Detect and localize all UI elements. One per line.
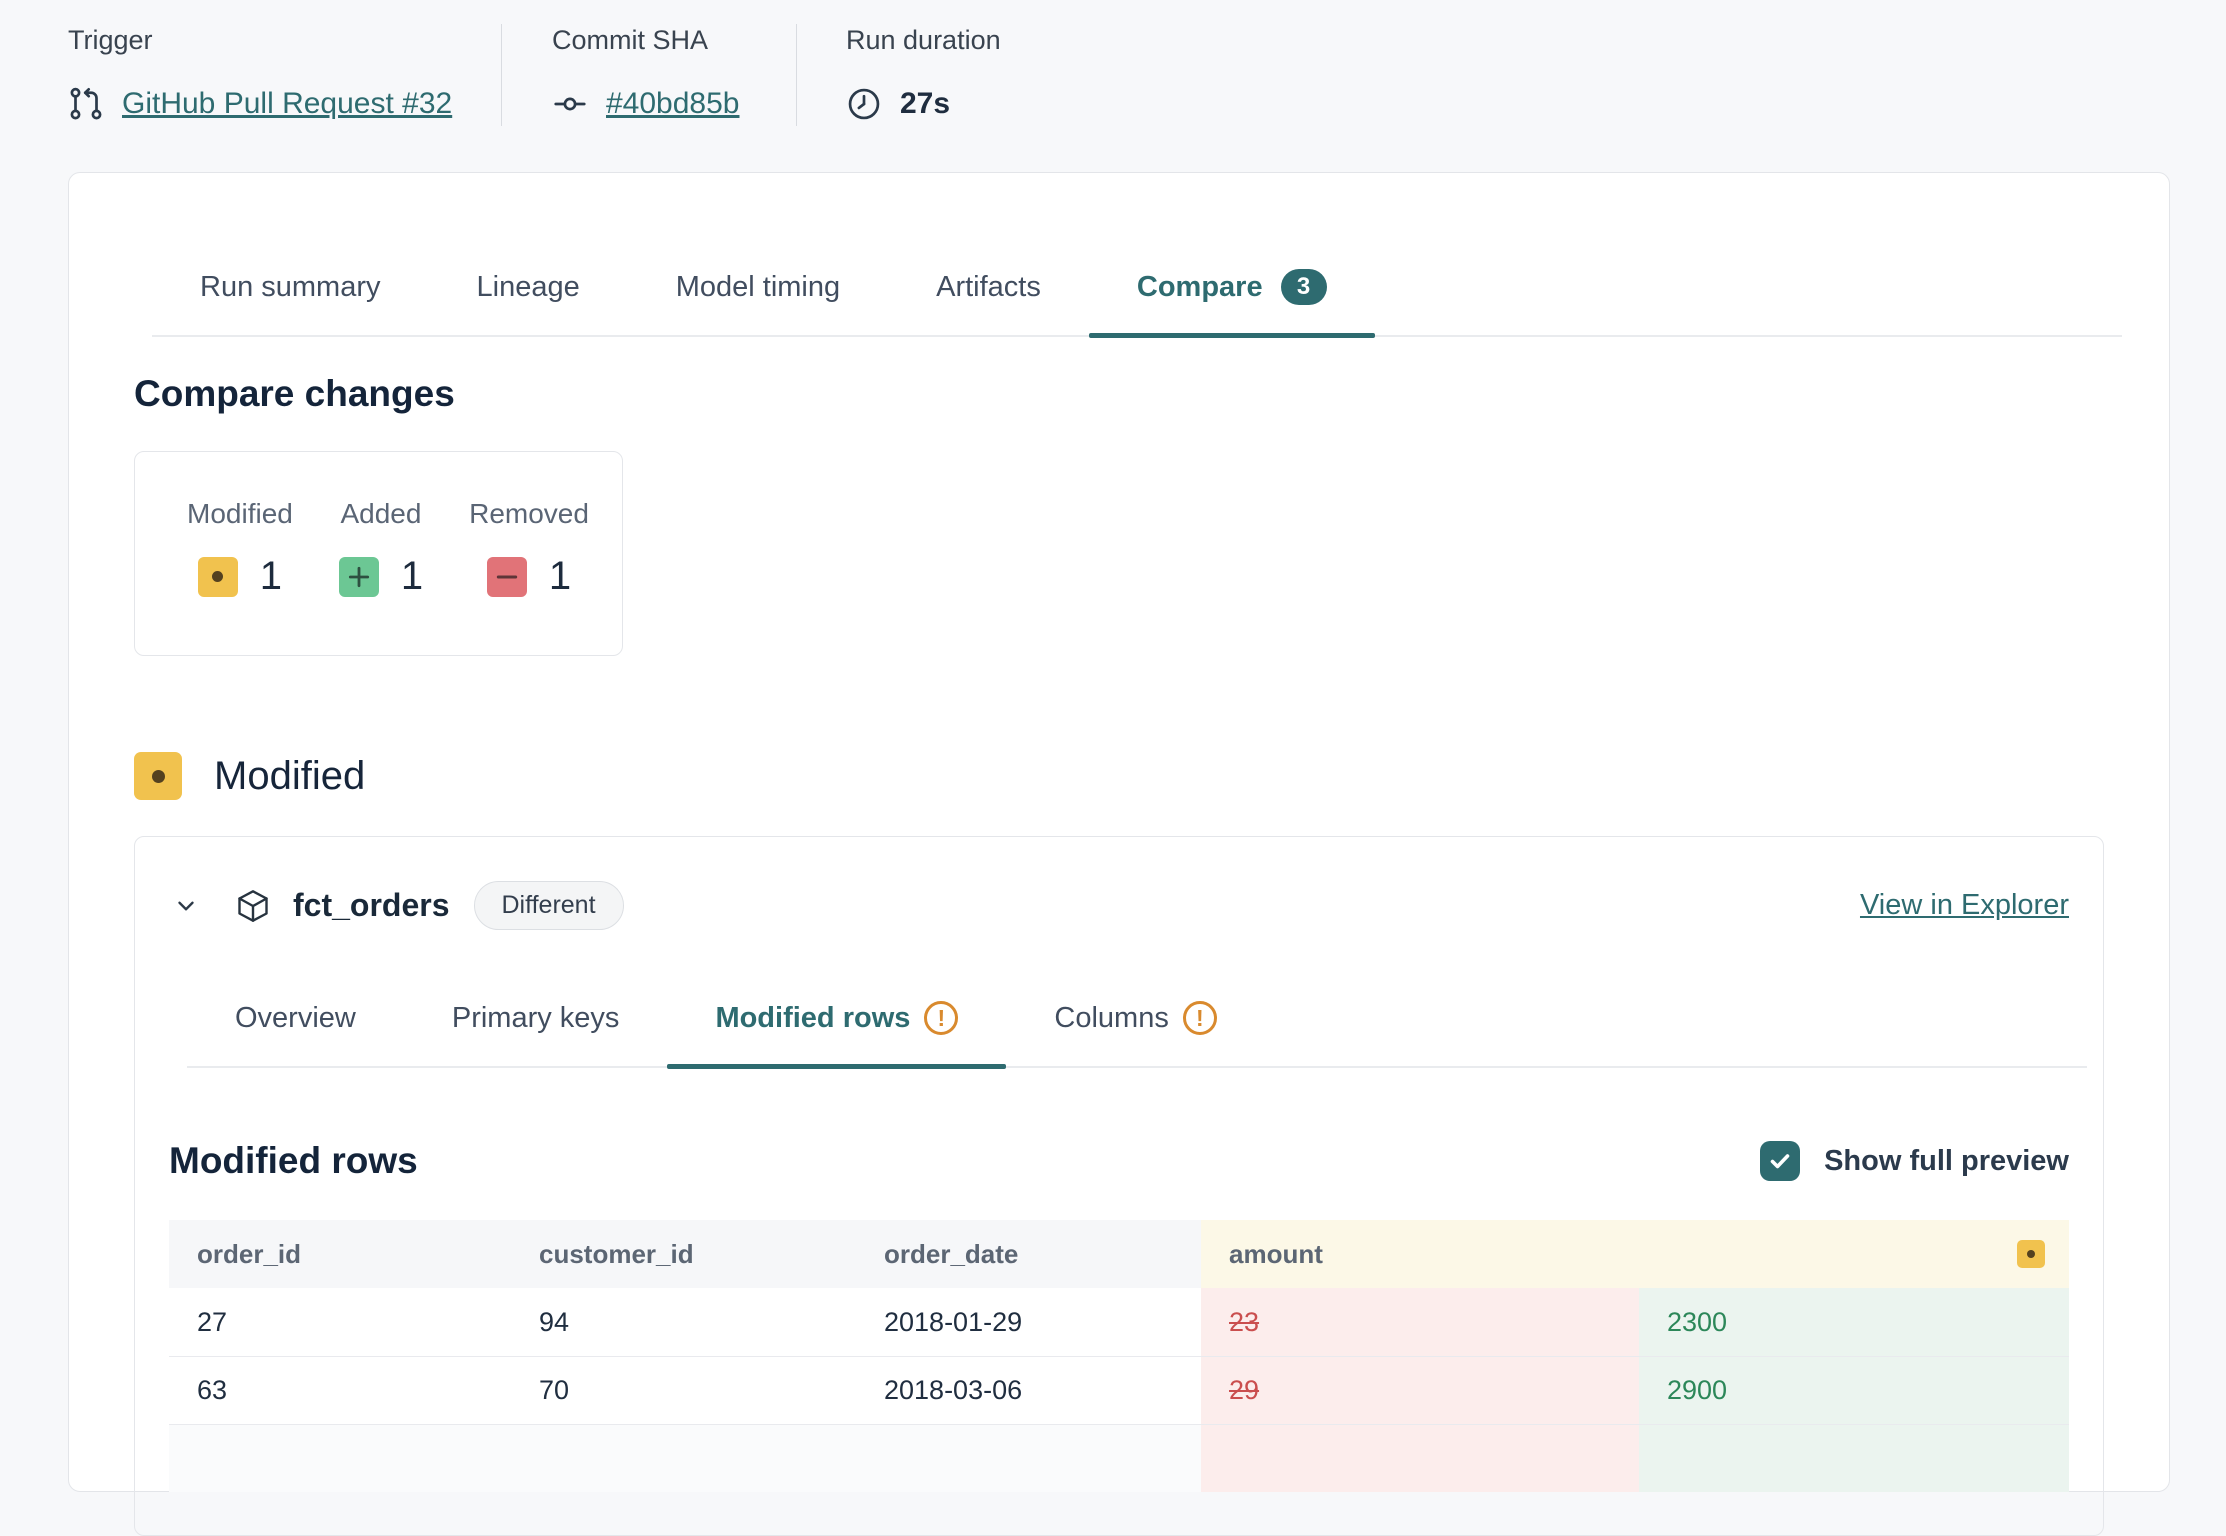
table-cell: 94 — [511, 1288, 856, 1356]
run-detail-card: Run summary Lineage Model timing Artifac… — [68, 172, 2170, 1492]
stat-added-label: Added — [340, 498, 421, 530]
stat-modified-label: Modified — [187, 498, 293, 530]
table-row-partial — [1639, 1424, 2069, 1492]
tab-compare[interactable]: Compare 3 — [1089, 269, 1375, 335]
meta-commit: Commit SHA #40bd85b — [501, 24, 796, 126]
clock-icon — [846, 86, 882, 122]
stat-added-count: 1 — [401, 554, 423, 599]
tab-lineage[interactable]: Lineage — [429, 269, 628, 335]
stat-modified: Modified 1 — [187, 498, 293, 599]
added-icon — [339, 557, 379, 597]
pull-request-icon — [68, 86, 104, 122]
compare-changes-heading: Compare changes — [134, 373, 2104, 415]
run-tabs: Run summary Lineage Model timing Artifac… — [152, 269, 2122, 337]
tab-run-summary[interactable]: Run summary — [152, 269, 429, 335]
table-row-partial — [856, 1424, 1201, 1492]
run-meta-bar: Trigger GitHub Pull Request #32 Commit S… — [68, 24, 1001, 126]
table-cell: 2018-01-29 — [856, 1288, 1201, 1356]
removed-icon — [487, 557, 527, 597]
compare-summary-card: Modified 1 Added 1 Removed — [134, 451, 623, 656]
stat-removed-count: 1 — [549, 554, 571, 599]
model-card-fct-orders: fct_orders Different View in Explorer Ov… — [134, 836, 2104, 1536]
tab-primary-keys[interactable]: Primary keys — [404, 1000, 668, 1066]
model-name: fct_orders — [293, 887, 450, 924]
tab-overview[interactable]: Overview — [187, 1000, 404, 1066]
meta-trigger: Trigger GitHub Pull Request #32 — [68, 24, 501, 126]
modified-section-header: Modified — [134, 752, 2104, 800]
commit-icon — [552, 86, 588, 122]
table-cell-old-value: 23 — [1201, 1288, 1639, 1356]
warning-icon: ! — [924, 1001, 958, 1035]
modified-section-title: Modified — [214, 754, 365, 799]
commit-sha-link[interactable]: #40bd85b — [606, 87, 739, 121]
model-status-badge: Different — [474, 881, 624, 930]
compare-count-badge: 3 — [1281, 269, 1327, 305]
show-full-preview-checkbox[interactable] — [1760, 1141, 1800, 1181]
modified-rows-table: order_id customer_id order_date amount 2… — [169, 1220, 2069, 1492]
column-header-order-date: order_date — [856, 1220, 1201, 1288]
trigger-link[interactable]: GitHub Pull Request #32 — [122, 87, 452, 121]
modified-section-icon — [134, 752, 182, 800]
warning-icon: ! — [1183, 1001, 1217, 1035]
table-row-partial — [1201, 1424, 1639, 1492]
tab-modified-rows[interactable]: Modified rows ! — [667, 1000, 1006, 1066]
show-full-preview-label: Show full preview — [1824, 1145, 2069, 1178]
model-package-icon — [235, 888, 271, 924]
table-cell: 63 — [169, 1356, 511, 1424]
duration-label: Run duration — [846, 24, 1001, 56]
column-header-customer-id: customer_id — [511, 1220, 856, 1288]
stat-added: Added 1 — [339, 498, 423, 599]
collapse-chevron-down-icon[interactable] — [169, 889, 203, 923]
table-cell: 2018-03-06 — [856, 1356, 1201, 1424]
tab-columns[interactable]: Columns ! — [1006, 1000, 1264, 1066]
stat-modified-count: 1 — [260, 554, 282, 599]
stat-removed: Removed 1 — [469, 498, 589, 599]
table-row-partial — [511, 1424, 856, 1492]
stat-removed-label: Removed — [469, 498, 589, 530]
modified-icon — [198, 557, 238, 597]
column-header-amount: amount — [1201, 1220, 2069, 1288]
commit-label: Commit SHA — [552, 24, 796, 56]
trigger-label: Trigger — [68, 24, 501, 56]
tab-artifacts[interactable]: Artifacts — [888, 269, 1089, 335]
tab-model-timing[interactable]: Model timing — [628, 269, 888, 335]
model-tabs: Overview Primary keys Modified rows ! Co… — [187, 1000, 2087, 1068]
table-cell: 70 — [511, 1356, 856, 1424]
meta-duration: Run duration 27s — [796, 24, 1001, 126]
table-cell-new-value: 2300 — [1639, 1288, 2069, 1356]
table-cell: 27 — [169, 1288, 511, 1356]
duration-value: 27s — [900, 87, 950, 121]
table-row-partial — [169, 1424, 511, 1492]
modified-rows-heading: Modified rows — [169, 1140, 418, 1182]
modified-column-icon — [2017, 1240, 2045, 1268]
column-header-order-id: order_id — [169, 1220, 511, 1288]
table-cell-new-value: 2900 — [1639, 1356, 2069, 1424]
table-cell-old-value: 29 — [1201, 1356, 1639, 1424]
view-in-explorer-link[interactable]: View in Explorer — [1860, 889, 2069, 922]
